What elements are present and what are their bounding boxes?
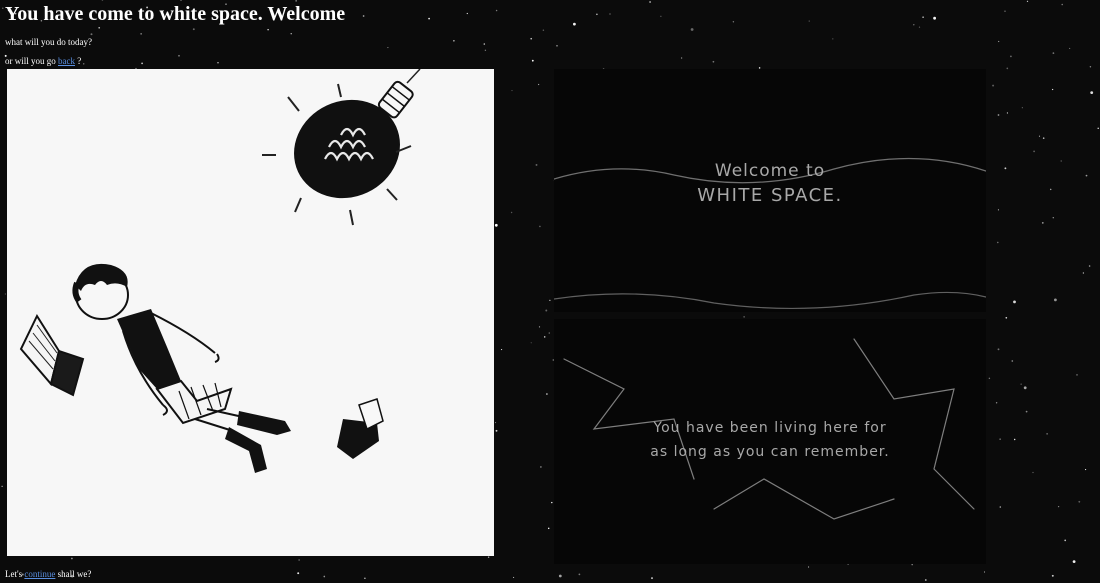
lightbulb-icon (262, 69, 421, 226)
continue-suffix: shall we? (57, 569, 92, 579)
continue-prefix: Let's (5, 569, 23, 579)
continue-line: Let's continue shall we? (5, 568, 91, 580)
welcome-text-line1: Welcome to (714, 161, 826, 181)
welcome-text-line2: WHITE SPACE. (697, 185, 843, 206)
tissue-box-icon (337, 398, 384, 459)
back-prefix: or will you go (5, 56, 56, 66)
prompt-text: what will you do today? (5, 37, 92, 47)
continue-link[interactable]: continue (24, 569, 55, 579)
character-figure (72, 263, 291, 473)
welcome-panel: Welcome to WHITE SPACE. (554, 69, 986, 312)
page-title: You have come to white space. Welcome (5, 3, 346, 25)
back-link[interactable]: back (58, 56, 75, 66)
memory-text-line1: You have been living here for (653, 420, 887, 436)
omori-illustration (7, 69, 494, 556)
laptop-icon (19, 313, 85, 397)
memory-panel: You have been living here for as long as… (554, 319, 986, 564)
back-line: or will you go back ? (5, 55, 81, 67)
memory-text-line2: as long as you can remember. (650, 444, 890, 460)
back-suffix: ? (77, 56, 82, 66)
